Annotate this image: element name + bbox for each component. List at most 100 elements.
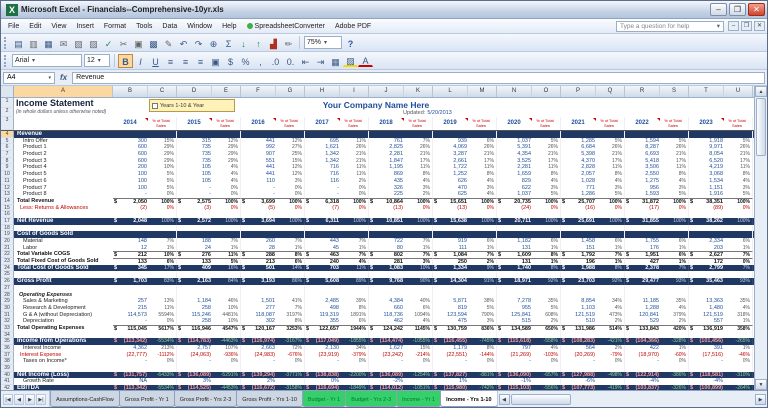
autosum-icon[interactable]: Σ xyxy=(221,36,236,50)
cell[interactable]: 12% xyxy=(212,137,241,145)
cell[interactable]: $ (100,899) xyxy=(689,385,724,390)
menu-help[interactable]: Help xyxy=(217,22,241,31)
cell[interactable] xyxy=(305,332,340,339)
cell[interactable]: 625 xyxy=(433,191,468,198)
cell[interactable]: 1% xyxy=(660,258,689,265)
close-button[interactable]: ✕ xyxy=(748,3,765,16)
cell[interactable]: (18,970) xyxy=(625,352,660,359)
cell[interactable]: 5% xyxy=(660,137,689,145)
cell[interactable] xyxy=(660,231,689,238)
row-label[interactable] xyxy=(14,271,113,278)
cell[interactable] xyxy=(596,231,625,238)
cell[interactable]: 2% xyxy=(468,258,497,265)
cell[interactable]: 10% xyxy=(212,318,241,325)
column-header-S[interactable]: S xyxy=(660,86,689,97)
cell[interactable]: 443 xyxy=(305,238,340,245)
cell[interactable] xyxy=(148,131,177,138)
cell[interactable]: 0% xyxy=(212,358,241,366)
cell[interactable]: 115,246 xyxy=(177,312,212,319)
cell[interactable]: $802 xyxy=(369,251,404,258)
cell[interactable]: 17% xyxy=(596,157,625,165)
cell[interactable] xyxy=(497,271,532,278)
cell[interactable]: 761 xyxy=(369,138,404,145)
cell[interactable]: $2,572 xyxy=(177,218,212,225)
cell[interactable]: $ (101,456) xyxy=(689,338,724,345)
cell[interactable]: 515 xyxy=(497,318,532,325)
cell[interactable] xyxy=(212,291,241,299)
decrease-decimal-button[interactable]: 0. xyxy=(283,54,298,68)
cell[interactable] xyxy=(241,225,276,232)
sheet-tab-gross-profit-yrs-1-10[interactable]: Gross Profit - Yrs 1-10 xyxy=(236,391,303,407)
cell[interactable] xyxy=(276,378,305,386)
cell[interactable]: $25,707 xyxy=(561,197,596,205)
cell[interactable]: 16% xyxy=(212,264,241,272)
cell[interactable]: 258 xyxy=(177,305,212,312)
cell[interactable]: 1,184 xyxy=(177,298,212,305)
cell[interactable]: 258 xyxy=(177,318,212,325)
cell[interactable] xyxy=(660,224,689,232)
cell[interactable]: $409 xyxy=(177,265,212,272)
column-header-C[interactable]: C xyxy=(148,86,177,97)
cell[interactable]: $2,627 xyxy=(689,251,724,258)
cell[interactable]: 86% xyxy=(276,278,305,285)
cell[interactable] xyxy=(724,378,753,386)
cell[interactable]: 93% xyxy=(660,278,689,285)
cell[interactable]: 355 xyxy=(305,318,340,325)
cell[interactable]: 29% xyxy=(148,151,177,158)
cell[interactable] xyxy=(276,211,305,218)
cell[interactable]: 0% xyxy=(340,184,369,192)
year-header[interactable]: 2021 xyxy=(561,117,596,130)
cell[interactable]: $130,759 xyxy=(433,324,468,332)
cell[interactable]: 0% xyxy=(532,358,561,366)
cell[interactable] xyxy=(241,211,276,218)
cell[interactable]: $124,242 xyxy=(369,324,404,332)
cell[interactable]: 8,287 xyxy=(625,144,660,151)
cell[interactable] xyxy=(433,225,468,232)
row-label[interactable]: Operating Expenses xyxy=(14,292,113,299)
cell[interactable] xyxy=(660,284,689,292)
cell[interactable]: 5% xyxy=(468,304,497,312)
cell[interactable]: 8% xyxy=(340,304,369,312)
cell[interactable]: -144% xyxy=(468,351,497,359)
sort-descending-icon[interactable]: ↑ xyxy=(251,36,266,50)
cell[interactable]: $ (114,525) xyxy=(177,385,212,390)
cell[interactable] xyxy=(724,231,753,238)
cell[interactable] xyxy=(497,211,532,218)
cell[interactable]: 836% xyxy=(468,324,497,332)
align-right-button[interactable]: ≡ xyxy=(193,54,208,68)
cell[interactable]: 600 xyxy=(113,158,148,165)
pct-of-sales-header[interactable]: % of Total Sales xyxy=(148,117,177,130)
row-header[interactable]: 38 xyxy=(1,358,14,366)
cell[interactable] xyxy=(276,291,305,299)
cell[interactable]: $1,792 xyxy=(561,251,596,258)
cell[interactable]: 0% xyxy=(148,204,177,212)
select-all-corner[interactable] xyxy=(1,86,14,97)
cell[interactable]: -3158% xyxy=(276,385,305,390)
cell[interactable] xyxy=(212,224,241,232)
row-header[interactable]: 3 xyxy=(1,117,14,130)
cell[interactable]: 100% xyxy=(468,197,497,205)
row-header[interactable]: 35 xyxy=(1,338,14,345)
cell[interactable]: 6% xyxy=(468,238,497,245)
row-header[interactable]: 20 xyxy=(1,238,14,245)
cell[interactable]: 11% xyxy=(660,164,689,172)
cell[interactable] xyxy=(468,284,497,292)
cell[interactable]: (21,269) xyxy=(497,352,532,359)
cell[interactable]: 120,841 xyxy=(625,312,660,319)
cell[interactable]: -103% xyxy=(532,351,561,359)
cell[interactable]: 17% xyxy=(148,264,177,272)
print-preview-icon[interactable]: ▨ xyxy=(86,36,101,50)
cell[interactable]: 5617% xyxy=(148,324,177,332)
cell[interactable]: 473% xyxy=(596,311,625,319)
new-icon[interactable]: ▤ xyxy=(11,36,26,50)
vertical-scrollbar[interactable]: ▲ ▼ xyxy=(754,86,767,390)
year-header[interactable]: 2020 xyxy=(497,117,532,130)
cell[interactable]: -1855% xyxy=(340,338,369,345)
open-icon[interactable]: ▥ xyxy=(26,36,41,50)
cell[interactable] xyxy=(596,365,625,372)
pct-of-sales-header[interactable]: % of Total Sales xyxy=(468,117,497,130)
cell[interactable]: 695 xyxy=(305,138,340,145)
cell[interactable]: $116,946 xyxy=(177,324,212,332)
cell[interactable] xyxy=(689,332,724,339)
cell[interactable]: 1% xyxy=(724,318,753,325)
